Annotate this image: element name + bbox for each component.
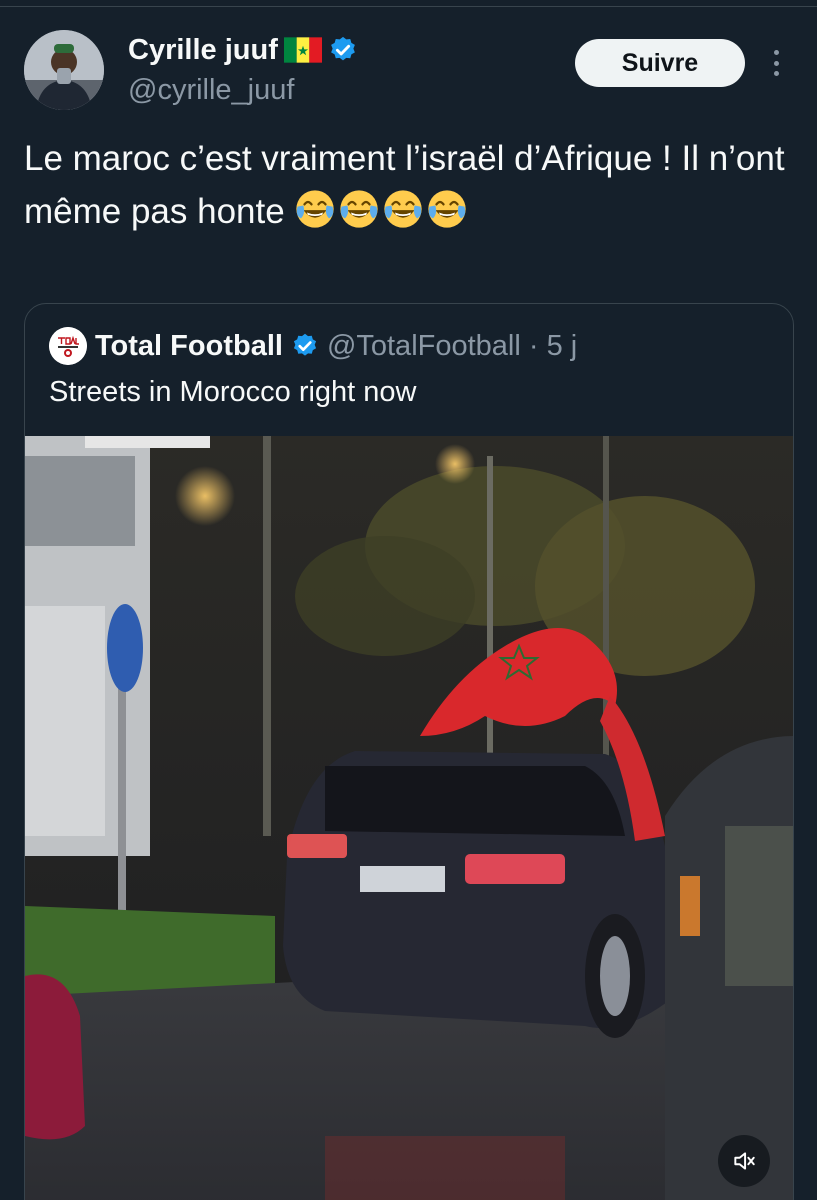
top-divider	[0, 6, 817, 7]
senegal-flag-icon	[283, 37, 322, 63]
follow-button[interactable]: Suivre	[575, 39, 745, 87]
face-with-tears-of-joy-icon	[296, 190, 335, 228]
face-with-tears-of-joy-icon	[428, 190, 467, 228]
tweet-text: Le maroc c’est vraiment l’israël d’Afriq…	[24, 132, 804, 238]
total-football-logo-icon[interactable]	[49, 327, 87, 365]
face-with-tears-of-joy-icon	[340, 190, 379, 228]
author-name-row[interactable]: Cyrille juuf	[128, 30, 358, 70]
emoji-group	[294, 190, 470, 231]
volume-muted-icon[interactable]	[718, 1135, 770, 1187]
author-display-name[interactable]: Cyrille juuf	[128, 34, 278, 67]
author-avatar[interactable]	[24, 30, 104, 110]
quote-video[interactable]	[25, 436, 793, 1200]
quote-text: Streets in Morocco right now	[49, 376, 417, 408]
quote-header: Total Football @TotalFootball · 5 j	[49, 326, 577, 366]
quote-verified-badge-icon	[293, 333, 317, 356]
quote-display-name[interactable]: Total Football	[95, 330, 283, 363]
quote-handle-time[interactable]: @TotalFootball · 5 j	[327, 330, 577, 363]
face-with-tears-of-joy-icon	[384, 190, 423, 228]
more-vertical-icon[interactable]	[766, 46, 786, 80]
quoted-tweet-card[interactable]: Total Football @TotalFootball · 5 j Stre…	[24, 303, 794, 1200]
verified-badge-icon	[330, 36, 355, 61]
author-handle[interactable]: @cyrille_juuf	[128, 74, 294, 107]
